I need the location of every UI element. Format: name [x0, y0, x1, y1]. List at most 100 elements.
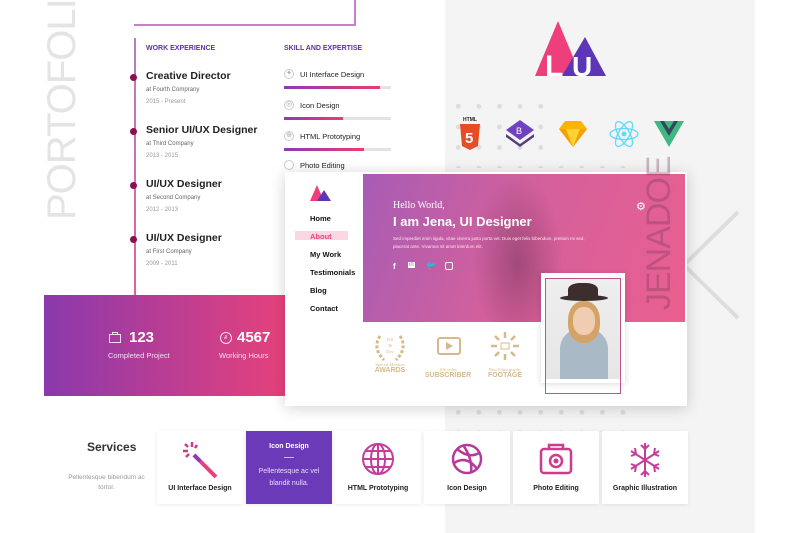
timeline-dot — [130, 236, 137, 243]
service-card-html-prototyping[interactable]: HTML Prototyping — [335, 431, 421, 504]
award-big: AWARDS — [374, 367, 406, 374]
award-big: SUBSCRIBER — [424, 372, 472, 379]
camera-icon — [284, 160, 294, 170]
stat-value: 4567 — [237, 329, 271, 346]
skill-label: HTML Prototyping — [300, 132, 361, 141]
bootstrap-icon: B — [506, 120, 534, 147]
magic-wand-icon — [183, 442, 218, 479]
nav-blog[interactable]: Blog — [310, 286, 327, 295]
globe-icon: ⊕ — [284, 131, 294, 141]
sketch-icon — [559, 121, 587, 147]
job-company: at First Company — [146, 249, 192, 255]
services-title: Services — [87, 440, 137, 454]
dot-pattern — [448, 158, 634, 168]
skill-bar — [284, 148, 391, 151]
job-years: 2009 - 2011 — [146, 261, 178, 267]
dot-pattern — [448, 402, 634, 432]
award-badge-text: Fill 36 Day — [386, 337, 394, 354]
skill-bar-fill — [284, 148, 365, 151]
skill-bar-fill — [284, 86, 381, 89]
job-title: UI/UX Designer — [146, 232, 222, 244]
job-years: 2012 - 2013 — [146, 207, 179, 213]
nav-my-work[interactable]: My Work — [310, 250, 341, 259]
twitter-icon[interactable]: 🐦 — [426, 261, 436, 270]
vertical-name: JENADOE — [640, 156, 678, 310]
service-card-icon-design-active[interactable]: Icon Design Pellentesque ac vel blandit … — [246, 431, 332, 504]
stats-banner: 123 Completed Project 4567 Working Hours — [44, 295, 289, 396]
triangle-decoration — [681, 210, 740, 320]
service-card-icon-design[interactable]: Icon Design — [424, 431, 510, 504]
timeline-dot — [130, 128, 137, 135]
hero-banner: Hello World, I am Jena, UI Designer Sed … — [363, 174, 685, 322]
service-label: Graphic Illustration — [612, 485, 678, 492]
nav-testimonials[interactable]: Testimonials — [310, 268, 355, 277]
skill-bar-fill — [284, 117, 343, 120]
briefcase-icon — [109, 332, 121, 343]
skill-label: Icon Design — [300, 101, 340, 110]
camera-icon — [539, 443, 573, 475]
hero-headline: I am Jena, UI Designer — [393, 214, 532, 229]
service-card-photo-editing[interactable]: Photo Editing — [513, 431, 599, 504]
photo-frame — [545, 278, 621, 394]
divider — [134, 24, 356, 26]
magic-wand-icon: ✦ — [284, 69, 294, 79]
service-label: Icon Design — [269, 443, 309, 450]
skills-heading: SKILL AND EXPERTISE — [284, 45, 363, 52]
laurel-badge: Fill 36 Day — [370, 332, 410, 362]
hero-intro: Sed imperdiet enim ligula, vitae viverra… — [393, 236, 585, 249]
job-title: UI/UX Designer — [146, 178, 222, 190]
skill-bar — [284, 117, 391, 120]
timeline-dot — [130, 182, 137, 189]
timeline-dot — [130, 74, 137, 81]
service-label: UI Interface Design — [168, 485, 232, 492]
job-company: at Fourth Comprany — [146, 87, 200, 93]
service-label: Icon Design — [447, 485, 487, 492]
footage-badge: Best Filmography FOOTAGE — [475, 330, 535, 379]
nav-contact[interactable]: Contact — [310, 304, 338, 313]
job-company: at Second Company — [146, 195, 201, 201]
brand-logo: L U — [535, 21, 606, 78]
skill-label: Photo Editing — [300, 161, 345, 170]
subscriber-badge: 10k video SUBSCRIBER — [418, 332, 478, 379]
clock-icon — [220, 332, 232, 344]
play-icon — [437, 337, 461, 355]
svg-text:5: 5 — [465, 130, 473, 147]
job-company: at Third Company — [146, 141, 194, 147]
job-years: 2015 - Present — [146, 99, 186, 105]
service-card-graphic-illustration[interactable]: Graphic Illustration — [602, 431, 688, 504]
stat-value: 123 — [129, 329, 155, 346]
nav-about[interactable]: About — [310, 232, 332, 241]
snowflake-icon — [630, 443, 660, 477]
award-big: FOOTAGE — [487, 372, 523, 379]
portfolio-vertical-title: PORTOFOLIUX — [40, 0, 84, 220]
hero-greeting: Hello World, — [393, 200, 445, 211]
service-label: Photo Editing — [533, 485, 579, 492]
instagram-icon[interactable] — [445, 262, 453, 270]
stat-completed: 123 Completed Project — [44, 295, 170, 395]
skill-bar — [284, 86, 391, 89]
divider — [354, 0, 356, 26]
mockup-logo — [310, 185, 331, 201]
sunburst-image-icon — [491, 332, 519, 360]
service-body: Pellentesque ac vel blandit nulla. — [258, 468, 320, 487]
linkedin-icon[interactable]: in — [408, 262, 415, 268]
service-label: HTML Prototyping — [347, 485, 409, 492]
stat-hours: 4567 Working Hours — [164, 295, 289, 395]
dribbble-icon — [451, 443, 483, 475]
skill-item: Photo Editing — [284, 160, 392, 171]
svg-text:U: U — [572, 51, 592, 78]
service-card-ui-interface[interactable]: UI Interface Design — [157, 431, 243, 504]
stat-label: Working Hours — [219, 351, 269, 360]
facebook-icon[interactable]: f — [393, 262, 396, 271]
job-title: Creative Director — [146, 70, 231, 82]
profile-photo-card — [541, 273, 625, 394]
divider — [284, 457, 294, 458]
skill-label: UI Interface Design — [300, 70, 365, 79]
services-description: Pellentesque bibendum ac tortor. — [68, 474, 145, 491]
award-badge: Fill 36 Day Special Mention AWARDS — [360, 332, 420, 374]
svg-text:B: B — [516, 126, 522, 136]
nav-home[interactable]: Home — [310, 214, 331, 223]
job-title: Senior UI/UX Designer — [146, 124, 258, 136]
globe-icon — [362, 443, 394, 475]
react-icon — [609, 120, 639, 148]
